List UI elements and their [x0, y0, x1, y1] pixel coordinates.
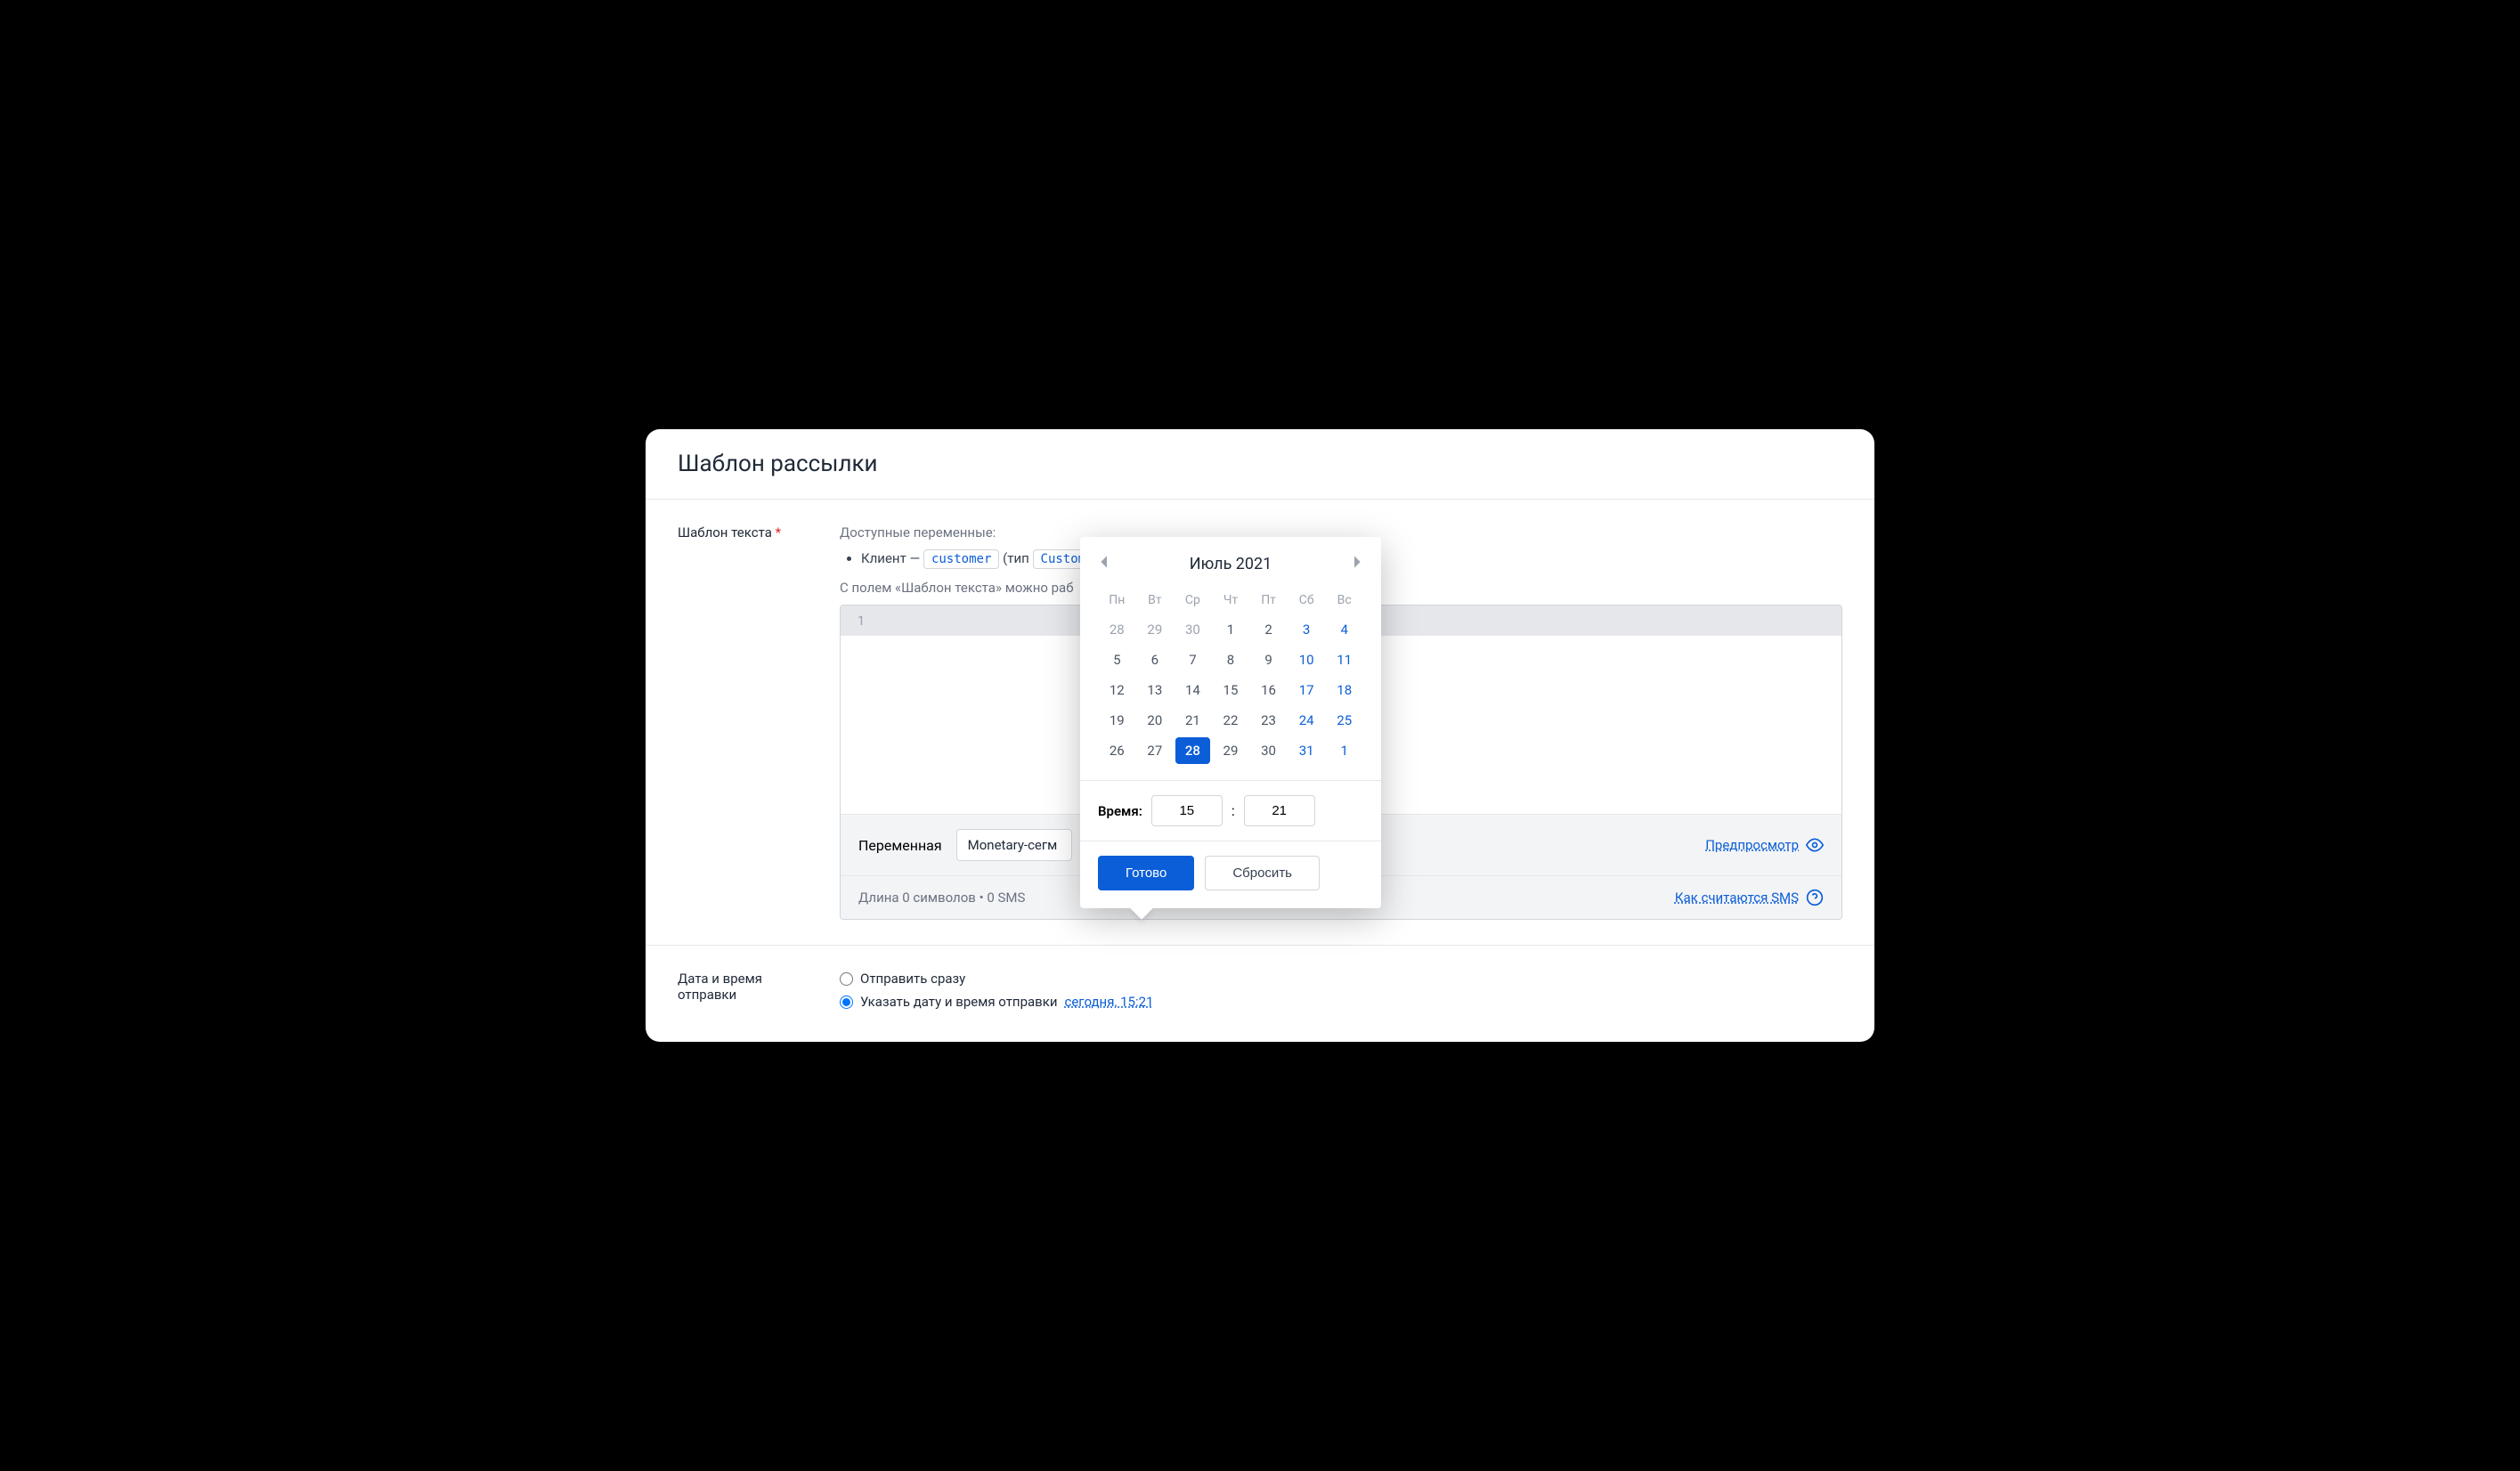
- template-label: Шаблон текста *: [678, 524, 811, 920]
- day-cell[interactable]: 16: [1251, 677, 1286, 703]
- template-section: Шаблон текста * Доступные переменные: Кл…: [646, 500, 1874, 946]
- line-number: 1: [841, 605, 882, 636]
- dow-cell: Чт: [1212, 586, 1250, 614]
- dow-cell: Пт: [1249, 586, 1288, 614]
- date-value-link[interactable]: сегодня, 15:21: [1065, 994, 1154, 1010]
- day-cell[interactable]: 7: [1175, 646, 1210, 673]
- eye-icon: [1806, 836, 1824, 854]
- schedule-label: Дата и время отправки: [678, 971, 811, 1017]
- preview-link[interactable]: Предпросмотр: [1705, 837, 1799, 853]
- day-cell[interactable]: 22: [1214, 707, 1248, 734]
- time-label: Время:: [1098, 803, 1142, 819]
- day-cell[interactable]: 11: [1327, 646, 1362, 673]
- option-send-date[interactable]: Указать дату и время отправки сегодня, 1…: [840, 994, 1842, 1010]
- day-cell[interactable]: 8: [1214, 646, 1248, 673]
- day-cell[interactable]: 3: [1289, 616, 1324, 643]
- day-cell[interactable]: 31: [1289, 737, 1324, 764]
- card-header: Шаблон рассылки: [646, 429, 1874, 500]
- day-cell[interactable]: 30: [1175, 616, 1210, 643]
- day-cell[interactable]: 21: [1175, 707, 1210, 734]
- variable-label: Переменная: [858, 837, 942, 854]
- dow-cell: Ср: [1174, 586, 1212, 614]
- done-button[interactable]: Готово: [1098, 856, 1194, 890]
- day-cell[interactable]: 28: [1175, 737, 1210, 764]
- day-cell[interactable]: 5: [1100, 646, 1134, 673]
- day-cell[interactable]: 12: [1100, 677, 1134, 703]
- day-cell[interactable]: 17: [1289, 677, 1324, 703]
- day-cell[interactable]: 23: [1251, 707, 1286, 734]
- variable-select[interactable]: Monetary-сегм: [956, 829, 1072, 861]
- var-pill-name[interactable]: customer: [923, 549, 999, 569]
- day-cell[interactable]: 24: [1289, 707, 1324, 734]
- required-mark: *: [776, 524, 781, 540]
- day-cell[interactable]: 2: [1251, 616, 1286, 643]
- day-cell[interactable]: 18: [1327, 677, 1362, 703]
- day-cell[interactable]: 9: [1251, 646, 1286, 673]
- day-cell[interactable]: 27: [1138, 737, 1173, 764]
- month-label: Июль 2021: [1190, 555, 1272, 573]
- hours-input[interactable]: [1151, 795, 1223, 826]
- day-cell[interactable]: 6: [1138, 646, 1173, 673]
- day-cell[interactable]: 15: [1214, 677, 1248, 703]
- day-cell[interactable]: 1: [1327, 737, 1362, 764]
- schedule-section: Дата и время отправки Отправить сразу Ук…: [646, 946, 1874, 1042]
- dow-cell: Вс: [1325, 586, 1363, 614]
- help-icon: [1806, 889, 1824, 906]
- reset-button[interactable]: Сбросить: [1205, 856, 1320, 890]
- page-title: Шаблон рассылки: [678, 451, 1842, 477]
- day-cell[interactable]: 29: [1138, 616, 1173, 643]
- day-cell[interactable]: 13: [1138, 677, 1173, 703]
- day-cell[interactable]: 20: [1138, 707, 1173, 734]
- time-sep: :: [1232, 802, 1235, 819]
- day-cell[interactable]: 14: [1175, 677, 1210, 703]
- day-cell[interactable]: 30: [1251, 737, 1286, 764]
- sms-help-link[interactable]: Как считаются SMS: [1675, 890, 1799, 906]
- dow-cell: Сб: [1288, 586, 1326, 614]
- length-text: Длина 0 символов • 0 SMS: [858, 890, 1025, 906]
- day-cell[interactable]: 10: [1289, 646, 1324, 673]
- radio-date[interactable]: [840, 996, 853, 1009]
- day-cell[interactable]: 19: [1100, 707, 1134, 734]
- next-month-button[interactable]: [1353, 555, 1363, 573]
- minutes-input[interactable]: [1244, 795, 1315, 826]
- day-cell[interactable]: 28: [1100, 616, 1134, 643]
- day-cell[interactable]: 29: [1214, 737, 1248, 764]
- day-cell[interactable]: 25: [1327, 707, 1362, 734]
- option-send-now[interactable]: Отправить сразу: [840, 971, 1842, 987]
- day-cell[interactable]: 26: [1100, 737, 1134, 764]
- datepicker-popover: Июль 2021 ПнВтСрЧтПтСбВс 282930123456789…: [1080, 537, 1381, 908]
- form-card: Шаблон рассылки Шаблон текста * Доступны…: [646, 429, 1874, 1042]
- prev-month-button[interactable]: [1098, 555, 1109, 573]
- day-cell[interactable]: 1: [1214, 616, 1248, 643]
- dow-cell: Вт: [1136, 586, 1175, 614]
- dow-cell: Пн: [1098, 586, 1136, 614]
- day-cell[interactable]: 4: [1327, 616, 1362, 643]
- radio-now[interactable]: [840, 972, 853, 986]
